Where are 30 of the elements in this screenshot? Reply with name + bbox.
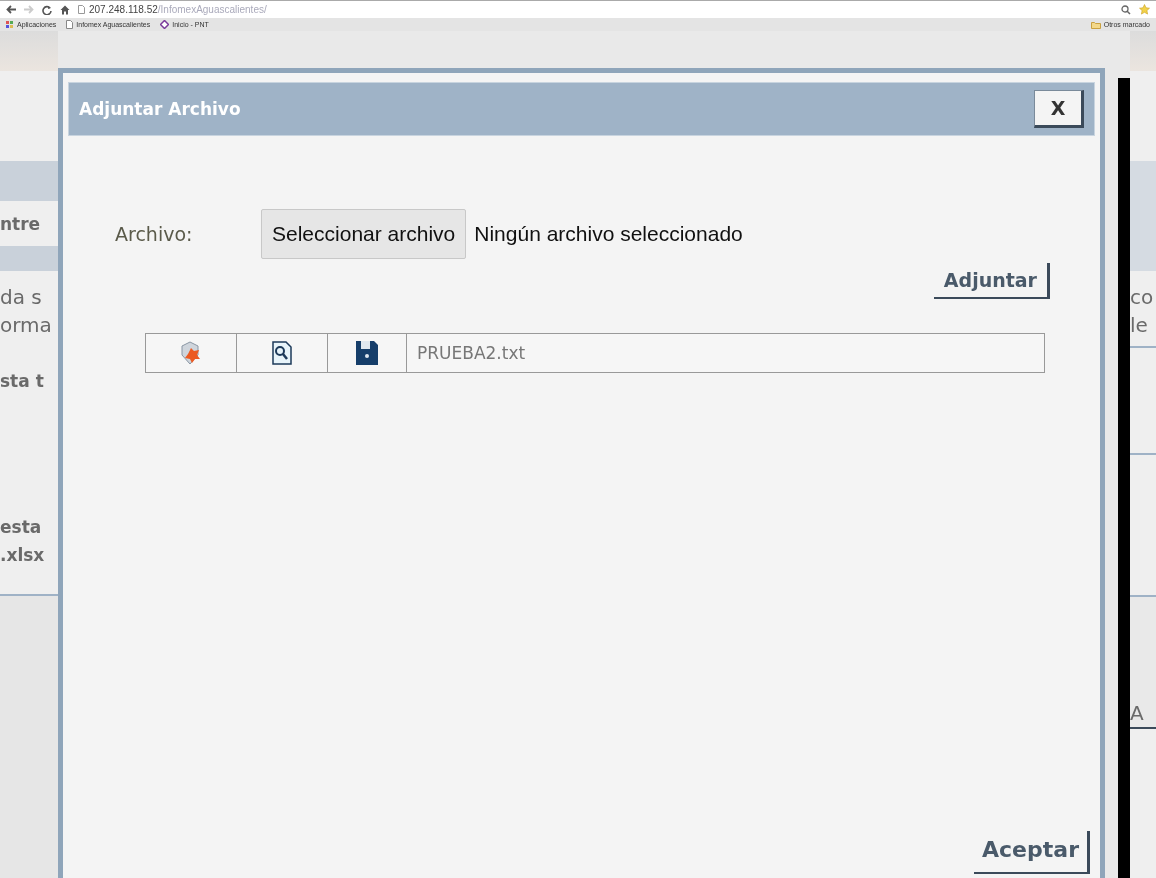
home-icon[interactable] (60, 4, 70, 15)
section-band (0, 161, 58, 201)
close-button[interactable]: X (1034, 90, 1084, 128)
section-band (0, 246, 58, 271)
page-header-background (0, 31, 58, 71)
text-fragment: co (1130, 284, 1155, 311)
apps-icon (6, 20, 14, 29)
zoom-icon[interactable] (1121, 4, 1131, 15)
accept-button[interactable]: Aceptar (974, 831, 1090, 874)
attach-button[interactable]: Adjuntar (933, 263, 1050, 299)
text-fragment: le (1130, 312, 1149, 339)
folder-icon (1090, 20, 1101, 29)
magnifier-document-icon[interactable] (272, 341, 292, 365)
back-icon[interactable] (6, 5, 16, 14)
reload-icon[interactable] (42, 4, 52, 15)
text-fragment: da s (0, 284, 43, 311)
text-fragment: A (1130, 700, 1144, 727)
text-fragment: esta (0, 516, 42, 539)
file-status-text: Ningún archivo seleccionado (474, 222, 743, 246)
text-fragment: orma (0, 312, 53, 339)
choose-file-button[interactable]: Seleccionar archivo (261, 209, 467, 259)
file-name: PRUEBA2.txt (416, 342, 526, 365)
text-fragment: ntre (0, 212, 41, 236)
diamond-icon (160, 20, 170, 29)
text-fragment: sta t (0, 370, 44, 393)
dialog-title: Adjuntar Archivo (79, 99, 241, 119)
url-text[interactable]: 207.248.118.52/InfomexAguascalientes/ (89, 4, 267, 15)
star-icon[interactable] (1139, 4, 1150, 15)
field-label: Archivo: (115, 223, 194, 245)
text-fragment: .xlsx (0, 544, 46, 567)
